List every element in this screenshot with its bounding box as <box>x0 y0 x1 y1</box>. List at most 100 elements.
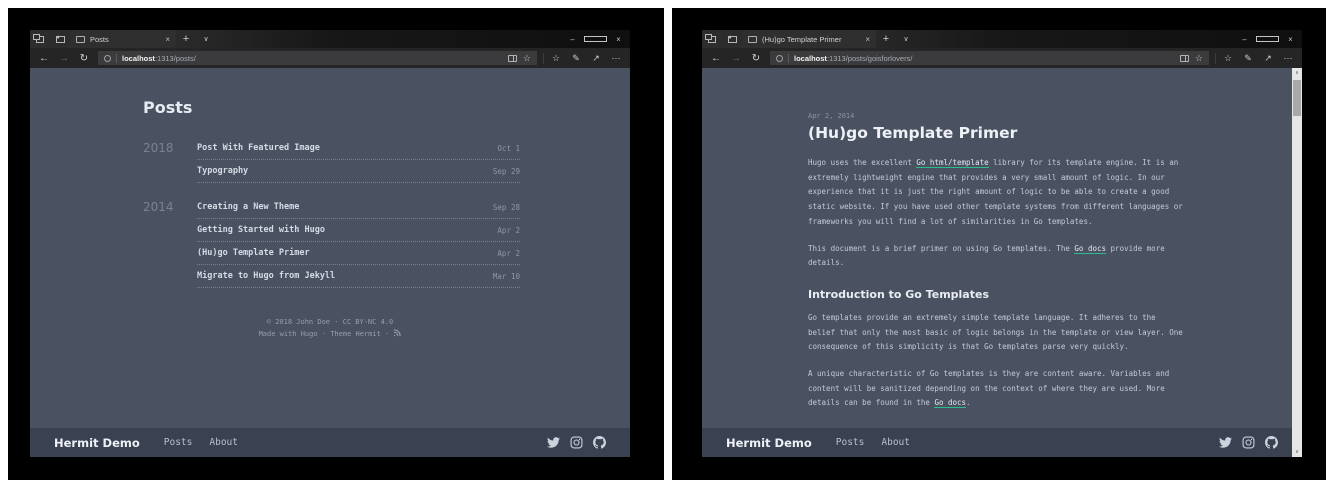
copyright-line2: Made with Hugo · Theme Hermit · <box>259 330 390 338</box>
more-menu-icon[interactable]: ⋯ <box>1278 53 1298 64</box>
tab-list-chevron-icon[interactable]: ∨ <box>196 30 216 48</box>
set-tabs-aside-icon[interactable] <box>702 30 722 48</box>
article-paragraph: This document is a brief primer on using… <box>808 242 1185 271</box>
scrollbar-up-icon[interactable]: ∧ <box>1292 68 1302 78</box>
favorites-hub-icon[interactable]: ☆ <box>1218 53 1238 64</box>
new-tab-button[interactable]: + <box>176 30 196 48</box>
add-favorite-star-icon[interactable]: ☆ <box>1195 53 1203 64</box>
footer-nav-posts[interactable]: Posts <box>164 437 193 448</box>
minimize-button[interactable]: – <box>1233 30 1256 48</box>
site-brand-link[interactable]: Hermit Demo <box>54 436 140 450</box>
post-title-link[interactable]: (Hu)go Template Primer <box>197 248 310 258</box>
site-info-icon[interactable] <box>776 55 783 62</box>
web-note-pen-icon[interactable]: ✎ <box>1238 53 1258 64</box>
url-text[interactable]: localhost:1313/posts/ <box>122 54 504 63</box>
footer-nav-posts[interactable]: Posts <box>836 437 865 448</box>
close-button[interactable]: × <box>1279 30 1302 48</box>
site-brand-link[interactable]: Hermit Demo <box>726 436 812 450</box>
post-title-link[interactable]: Post With Featured Image <box>197 143 320 153</box>
post-date: Oct 1 <box>497 144 520 153</box>
url-host: localhost <box>122 54 155 63</box>
group-year: 2018 <box>143 137 197 183</box>
github-icon[interactable] <box>1265 436 1278 449</box>
close-button[interactable]: × <box>607 30 630 48</box>
post-row[interactable]: Post With Featured Image Oct 1 <box>197 137 520 160</box>
twitter-icon[interactable] <box>1219 436 1232 449</box>
forward-button[interactable]: → <box>726 53 746 64</box>
post-row[interactable]: (Hu)go Template Primer Apr 2 <box>197 242 520 265</box>
browser-tab[interactable]: (Hu)go Template Primer × <box>742 30 876 48</box>
rss-icon[interactable] <box>393 329 401 337</box>
titlebar: Posts × + ∨ – × <box>30 30 630 48</box>
scrollbar-down-icon[interactable]: ∨ <box>1292 447 1302 457</box>
back-button[interactable]: ← <box>34 53 54 64</box>
paragraph-text: . <box>966 398 971 407</box>
tab-title: (Hu)go Template Primer <box>762 35 860 44</box>
github-icon[interactable] <box>593 436 606 449</box>
tab-list-chevron-icon[interactable]: ∨ <box>896 30 916 48</box>
maximize-button[interactable] <box>584 30 607 48</box>
reading-view-icon[interactable] <box>508 55 517 62</box>
titlebar: (Hu)go Template Primer × + ∨ – × <box>702 30 1302 48</box>
section-heading-intro: Introduction to Go Templates <box>808 288 1185 301</box>
forward-button[interactable]: → <box>54 53 74 64</box>
left-screenshot-matte: Posts × + ∨ – × ← → ↻ local <box>8 8 664 480</box>
new-tab-button[interactable]: + <box>876 30 896 48</box>
post-date: Mar 10 <box>493 272 520 281</box>
window-controls: – × <box>561 30 630 48</box>
more-menu-icon[interactable]: ⋯ <box>606 53 626 64</box>
go-docs-link[interactable]: Go docs <box>1074 244 1106 254</box>
share-icon[interactable]: ↗ <box>1258 53 1278 64</box>
screenshot-canvas: Posts × + ∨ – × ← → ↻ local <box>0 0 1334 488</box>
instagram-icon[interactable] <box>1242 436 1255 449</box>
paragraph-text: This document is a brief primer on using… <box>808 244 1074 253</box>
twitter-icon[interactable] <box>547 436 560 449</box>
site-info-icon[interactable] <box>104 55 111 62</box>
share-icon[interactable]: ↗ <box>586 53 606 64</box>
url-path: :1313/posts/ <box>155 54 196 63</box>
instagram-icon[interactable] <box>570 436 583 449</box>
reading-view-icon[interactable] <box>1180 55 1189 62</box>
post-row[interactable]: Creating a New Theme Sep 28 <box>197 196 520 219</box>
add-favorite-star-icon[interactable]: ☆ <box>523 53 531 64</box>
go-docs-link[interactable]: Go docs <box>934 398 966 408</box>
footer-nav-about[interactable]: About <box>881 437 910 448</box>
paragraph-text: Hugo uses the excellent <box>808 158 916 167</box>
minimize-button[interactable]: – <box>561 30 584 48</box>
tab-close-icon[interactable]: × <box>865 35 870 44</box>
favorites-hub-icon[interactable]: ☆ <box>546 53 566 64</box>
post-row[interactable]: Getting Started with Hugo Apr 2 <box>197 219 520 242</box>
post-row[interactable]: Typography Sep 29 <box>197 160 520 183</box>
scrollbar-thumb[interactable] <box>1293 80 1301 116</box>
address-bar[interactable]: localhost:1313/posts/ ☆ <box>98 51 537 65</box>
post-title-link[interactable]: Getting Started with Hugo <box>197 225 325 235</box>
browser-tab[interactable]: Posts × <box>70 30 176 48</box>
refresh-button[interactable]: ↻ <box>746 53 766 64</box>
refresh-button[interactable]: ↻ <box>74 53 94 64</box>
article-paragraph: Hugo uses the excellent Go html/template… <box>808 156 1185 230</box>
tabs-preview-icon[interactable] <box>722 30 742 48</box>
url-text[interactable]: localhost:1313/posts/goisforlovers/ <box>794 54 1176 63</box>
go-html-template-link[interactable]: Go html/template <box>916 158 988 168</box>
post-title-link[interactable]: Creating a New Theme <box>197 202 299 212</box>
post-date: Apr 2 <box>497 249 520 258</box>
tab-favicon-icon <box>748 36 757 43</box>
web-note-pen-icon[interactable]: ✎ <box>566 53 586 64</box>
maximize-button[interactable] <box>1256 30 1279 48</box>
post-row[interactable]: Migrate to Hugo from Jekyll Mar 10 <box>197 265 520 288</box>
page-scrollbar[interactable]: ∧ ∨ <box>1292 68 1302 457</box>
address-bar[interactable]: localhost:1313/posts/goisforlovers/ ☆ <box>770 51 1209 65</box>
post-title-link[interactable]: Typography <box>197 166 248 176</box>
toolbar: ← → ↻ localhost:1313/posts/ ☆ ☆ ✎ ↗ ⋯ <box>30 48 630 68</box>
tabs-preview-icon[interactable] <box>50 30 70 48</box>
set-tabs-aside-icon[interactable] <box>30 30 50 48</box>
tab-close-icon[interactable]: × <box>165 35 170 44</box>
footer-nav-about[interactable]: About <box>209 437 238 448</box>
copyright-line1: © 2018 John Doe · CC BY-NC 4.0 <box>30 316 630 328</box>
post-title-link[interactable]: Migrate to Hugo from Jekyll <box>197 271 335 281</box>
back-button[interactable]: ← <box>706 53 726 64</box>
site-footer-nav: Hermit Demo Posts About <box>702 428 1302 457</box>
post-group-2018: 2018 Post With Featured Image Oct 1 Typo… <box>143 137 520 183</box>
article-date: Apr 2, 2014 <box>808 112 1185 120</box>
toolbar: ← → ↻ localhost:1313/posts/goisforlovers… <box>702 48 1302 68</box>
